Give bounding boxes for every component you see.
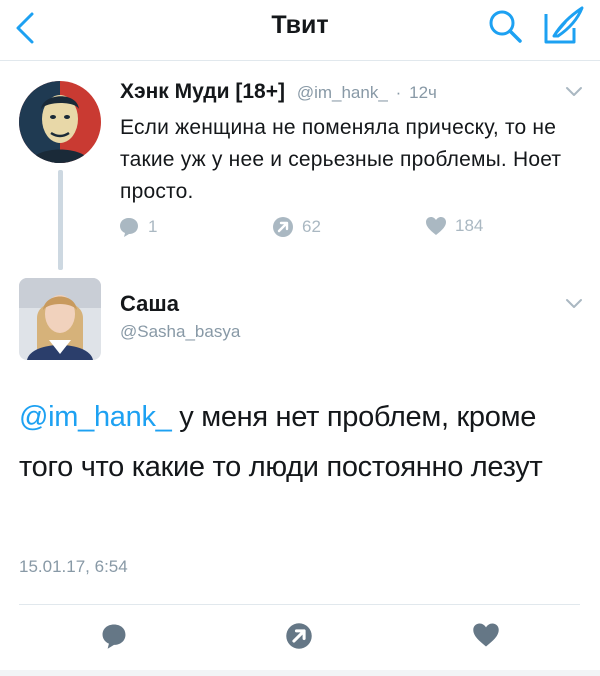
top-bar: Твит: [0, 0, 600, 61]
retweet-action[interactable]: 62: [272, 216, 321, 238]
retweet-icon: [286, 623, 312, 649]
like-button[interactable]: [472, 622, 500, 653]
mention-link[interactable]: @im_hank_: [19, 401, 172, 433]
reply-count: 1: [148, 217, 158, 236]
tweet-time: 12ч: [409, 83, 437, 102]
retweet-icon: [273, 217, 293, 237]
author-name[interactable]: Хэнк Муди [18+]: [120, 80, 285, 103]
thread-line: [58, 170, 63, 270]
divider: [19, 604, 580, 605]
reply-icon: [102, 624, 126, 649]
heart-icon: [473, 623, 499, 647]
reply-author-name[interactable]: Саша: [120, 291, 179, 317]
meta-separator: ·: [395, 83, 402, 102]
reply-action[interactable]: 1: [118, 216, 157, 238]
like-count: 184: [455, 216, 484, 235]
tweet-header: Хэнк Муди [18+] @im_hank_ · 12ч: [120, 80, 437, 104]
reply-icon: [120, 218, 138, 237]
retweet-button[interactable]: [285, 622, 313, 655]
reply-button[interactable]: [100, 622, 128, 655]
heart-icon: [426, 217, 446, 235]
reply-text: @im_hank_ у меня нет проблем, кроме того…: [19, 392, 579, 492]
like-action[interactable]: 184: [425, 216, 483, 236]
tweet-text: Если женщина не поменяла прическу, то не…: [120, 116, 562, 203]
chevron-down-icon: [566, 87, 582, 96]
avatar-sasha[interactable]: [19, 278, 101, 360]
author-handle[interactable]: @im_hank_: [297, 83, 388, 102]
retweet-count: 62: [302, 217, 321, 236]
search-button[interactable]: [486, 6, 526, 46]
reply-timestamp: 15.01.17, 6:54: [19, 557, 128, 576]
reply-menu-button[interactable]: [563, 297, 585, 311]
avatar-hank[interactable]: [19, 81, 101, 163]
tweet-menu-button[interactable]: [563, 85, 585, 99]
avatar-sasha-image: [19, 278, 101, 360]
reply-action-bar: [0, 610, 600, 662]
search-icon: [489, 10, 522, 43]
avatar-hank-image: [19, 81, 101, 163]
compose-button[interactable]: [540, 4, 588, 48]
chevron-down-icon: [566, 299, 582, 308]
compose-icon: [544, 6, 584, 44]
bottom-separator: [0, 670, 600, 676]
reply-author-handle[interactable]: @Sasha_basya: [120, 322, 240, 342]
